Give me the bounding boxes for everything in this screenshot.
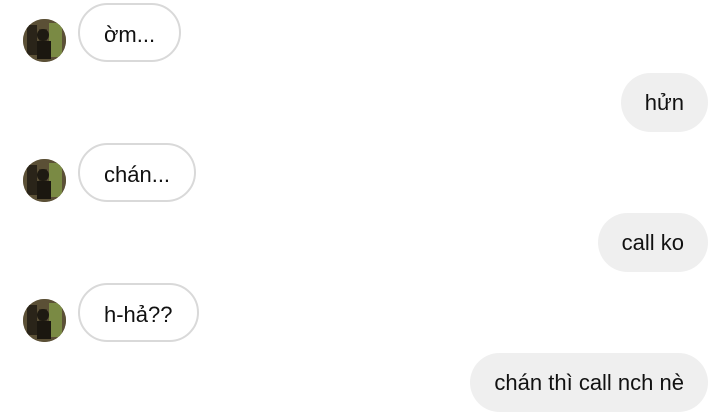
message-text: hửn <box>644 90 684 115</box>
message-text: chán... <box>104 162 171 187</box>
incoming-message-bubble[interactable]: h-hả?? <box>78 283 199 342</box>
message-text: ờm... <box>104 22 156 47</box>
contact-avatar[interactable] <box>23 299 66 342</box>
message-text: h-hả?? <box>104 302 173 327</box>
outgoing-message-bubble[interactable]: call ko <box>597 213 708 272</box>
avatar-photo-icon <box>23 299 66 342</box>
avatar-photo-icon <box>23 19 66 62</box>
message-text: chán thì call nch nè <box>494 370 684 395</box>
contact-avatar[interactable] <box>23 159 66 202</box>
incoming-message-bubble[interactable]: ờm... <box>78 3 182 62</box>
chat-thread: ờm... hửn chán... call ko h-hả?? chán th… <box>0 0 720 414</box>
contact-avatar[interactable] <box>23 19 66 62</box>
incoming-message-bubble[interactable]: chán... <box>78 143 197 202</box>
message-text: call ko <box>621 230 684 255</box>
outgoing-message-bubble[interactable]: chán thì call nch nè <box>470 353 708 412</box>
avatar-photo-icon <box>23 159 66 202</box>
outgoing-message-bubble[interactable]: hửn <box>620 73 708 132</box>
